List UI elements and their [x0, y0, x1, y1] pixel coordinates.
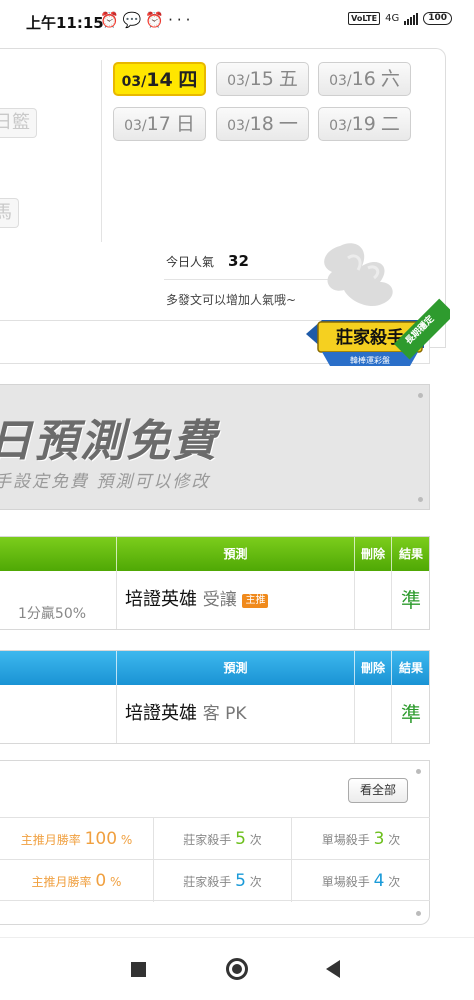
main-pick-tag: 主推: [242, 594, 269, 608]
promo-subtitle: 手設定免費 預測可以修改: [0, 472, 211, 492]
more-icon: ···: [168, 11, 195, 29]
team-name: 培證英雄: [125, 589, 197, 610]
killer-badge-icon: 莊家殺手 韓棒運彩盤 長期穩定: [306, 243, 450, 366]
date-button-0316[interactable]: 03/16 六: [318, 62, 411, 96]
team-name: 培證英雄: [125, 703, 197, 724]
header-predict: 預測: [116, 537, 354, 571]
signal-icon: [404, 12, 419, 25]
header-result: 結果: [391, 651, 430, 685]
recents-icon[interactable]: [131, 962, 146, 977]
back-icon[interactable]: [326, 960, 340, 978]
table-row: 培證英雄 客 PK 準: [0, 685, 429, 743]
header-delete: 刪除: [354, 651, 391, 685]
date-button-0317[interactable]: 03/17 日: [113, 107, 206, 141]
popularity-value: 32: [228, 252, 249, 270]
prediction-table-2: 預測 刪除 結果 培證英雄 客 PK 準: [0, 650, 430, 744]
stats-panel: 看全部 主推月勝率 100 % 莊家殺手 5 次 單場殺手 3 次 主推月勝率 …: [0, 760, 430, 925]
handicap-text: 1分贏50%: [18, 606, 87, 622]
system-nav-bar: [0, 937, 474, 1000]
banker-killer-count: 莊家殺手 5 次: [153, 860, 291, 902]
date-button-0314[interactable]: 03/14 四: [113, 62, 206, 96]
date-button-0315[interactable]: 03/15 五: [216, 62, 309, 96]
header-predict: 預測: [116, 651, 354, 685]
popularity-tip: 多發文可以增加人氣哦~: [166, 293, 297, 307]
result-cell: 準: [391, 571, 430, 629]
banker-killer-count: 莊家殺手 5 次: [153, 818, 291, 860]
table-header: 預測 刪除 結果: [0, 651, 429, 685]
status-time: 上午11:15: [26, 14, 104, 32]
promo-banner: 日預測免費 手設定免費 預測可以修改: [0, 384, 430, 510]
badge-title: 莊家殺手: [336, 327, 404, 348]
delete-cell[interactable]: [354, 685, 391, 743]
network-type: 4G: [385, 13, 400, 24]
single-killer-count: 單場殺手 3 次: [291, 818, 430, 860]
header-delete: 刪除: [354, 537, 391, 571]
stat-row: 主推月勝率 100 % 莊家殺手 5 次 單場殺手 3 次: [0, 817, 430, 860]
stat-row: 主推月勝率 0 % 莊家殺手 5 次 單場殺手 4 次: [0, 859, 430, 902]
pick-side: 客 PK: [202, 704, 247, 724]
alarm-icon: ⏰: [145, 11, 169, 29]
home-icon[interactable]: [226, 958, 248, 980]
pick-cell[interactable]: 培證英雄 受讓 主推: [116, 571, 354, 629]
date-button-0318[interactable]: 03/18 一: [216, 107, 309, 141]
rivet: [418, 393, 423, 398]
status-right: VoLTE 4G 100: [348, 12, 452, 25]
pick-cell[interactable]: 培證英雄 客 PK: [116, 685, 354, 743]
header-result: 結果: [391, 537, 430, 571]
league-button-basketball[interactable]: 日籃: [0, 108, 37, 138]
league-button-horse[interactable]: 馬: [0, 198, 19, 228]
battery-icon: 100: [423, 12, 452, 25]
delete-cell[interactable]: [354, 571, 391, 629]
divider: [101, 60, 102, 242]
monthly-win-rate: 主推月勝率 0 %: [31, 871, 122, 891]
popularity-label: 今日人氣: [166, 255, 215, 269]
popularity: 今日人氣 32: [166, 252, 249, 270]
rivet: [416, 769, 421, 774]
table-header: 預測 刪除 結果: [0, 537, 429, 571]
pick-side: 受讓: [202, 590, 237, 610]
single-killer-count: 單場殺手 4 次: [291, 860, 430, 902]
view-all-button[interactable]: 看全部: [348, 778, 408, 803]
badge-subtitle: 韓棒運彩盤: [350, 355, 390, 365]
result-cell: 準: [391, 685, 430, 743]
chat-icon: 💬: [122, 11, 146, 29]
rivet: [416, 911, 421, 916]
status-icons: ⏰💬⏰···: [100, 11, 194, 29]
rivet: [418, 497, 423, 502]
monthly-win-rate: 主推月勝率 100 %: [20, 829, 133, 849]
promo-title: 日預測免費: [0, 416, 218, 467]
alarm-icon: ⏰: [100, 11, 123, 29]
volte-icon: VoLTE: [348, 12, 381, 25]
prediction-table-1: 預測 刪除 結果 1分贏50% 培證英雄 受讓 主推 準: [0, 536, 430, 630]
status-bar: 上午11:15 ⏰💬⏰··· VoLTE 4G 100: [0, 0, 474, 44]
date-button-0319[interactable]: 03/19 二: [318, 107, 411, 141]
table-row: 1分贏50% 培證英雄 受讓 主推 準: [0, 571, 429, 629]
